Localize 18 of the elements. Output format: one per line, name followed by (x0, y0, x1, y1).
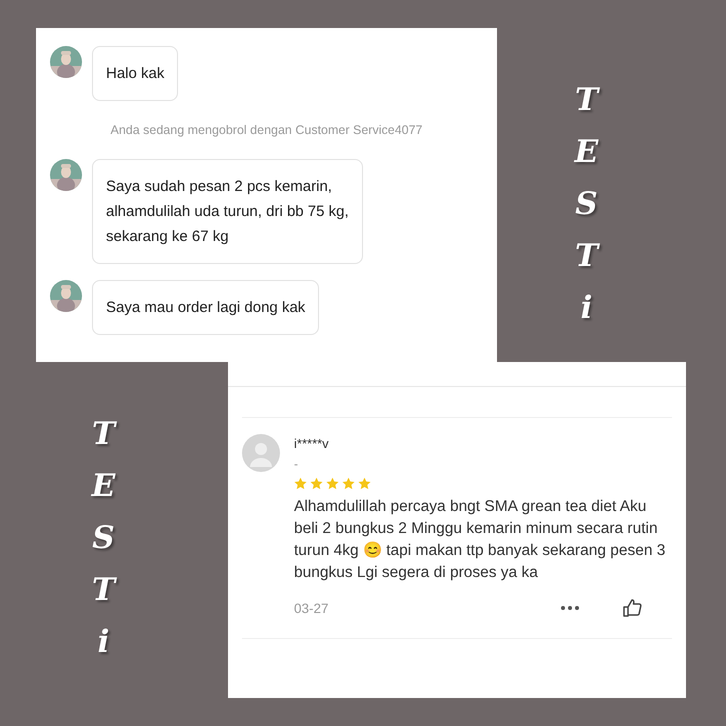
vertical-title: TESTi (573, 81, 601, 328)
thumbs-up-icon[interactable] (622, 598, 642, 618)
star-icon (342, 477, 355, 490)
vertical-title: TESTi (90, 415, 118, 662)
more-icon[interactable] (560, 605, 580, 611)
message-bubble: Halo kak (92, 46, 178, 101)
review-text: Alhamdulillah percaya bngt SMA grean tea diet Aku beli 2 bungkus 2 Minggu kemarin minum secara rutin turun 4kg 😊 tapi makan ttp banyak sekarang pesen 3 bungkus Lgi segera di proses ya ka (294, 497, 666, 583)
variant-text: - (294, 457, 299, 471)
star-icon (358, 477, 371, 490)
review-date: 03-27 (294, 600, 330, 616)
star-icon (326, 477, 339, 490)
avatar-icon (242, 434, 280, 472)
message-bubble: Saya mau order lagi dong kak (92, 280, 320, 335)
chat-notice: Anda sedang mengobrol dengan Customer Service4077 (109, 123, 424, 137)
star-icon (310, 477, 323, 490)
message-bubble: Saya sudah pesan 2 pcs kemarin, alhamdulilah uda turun, dri bb 75 kg, sekarang ke 67 kg (92, 159, 363, 264)
star-icon (294, 477, 307, 490)
reviewer-name: i*****v (294, 436, 330, 451)
